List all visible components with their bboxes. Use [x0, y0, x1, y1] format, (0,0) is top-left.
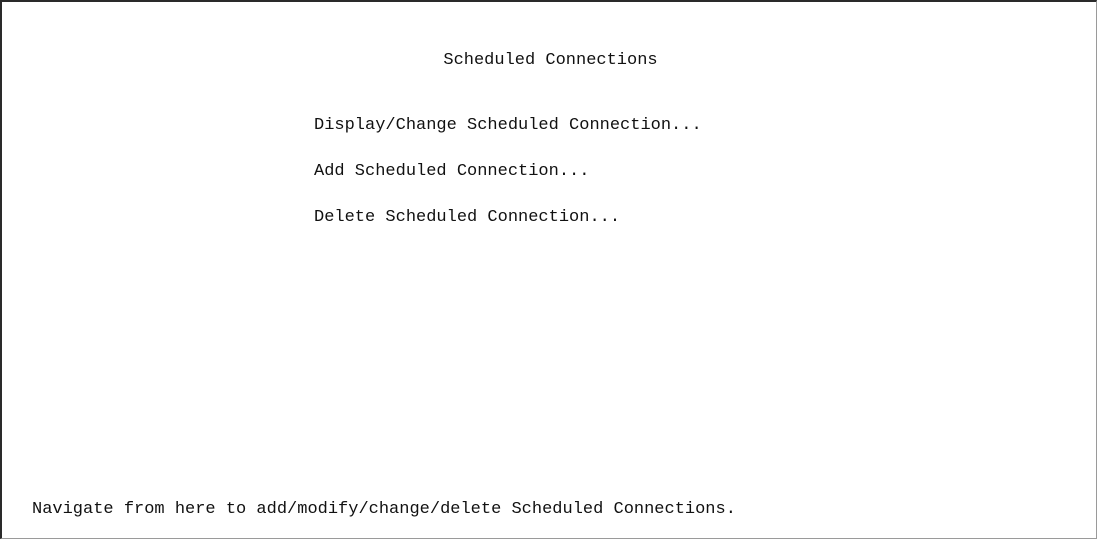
menu-item-add-scheduled-connection[interactable]: Add Scheduled Connection... — [314, 161, 702, 183]
terminal-screen: Scheduled Connections Display/Change Sch… — [0, 0, 1097, 539]
menu-list: Display/Change Scheduled Connection... A… — [314, 115, 702, 253]
help-text: Navigate from here to add/modify/change/… — [32, 500, 736, 519]
screen-title: Scheduled Connections — [443, 51, 658, 70]
menu-item-display-change-scheduled-connection[interactable]: Display/Change Scheduled Connection... — [314, 115, 702, 137]
menu-item-delete-scheduled-connection[interactable]: Delete Scheduled Connection... — [314, 207, 702, 229]
